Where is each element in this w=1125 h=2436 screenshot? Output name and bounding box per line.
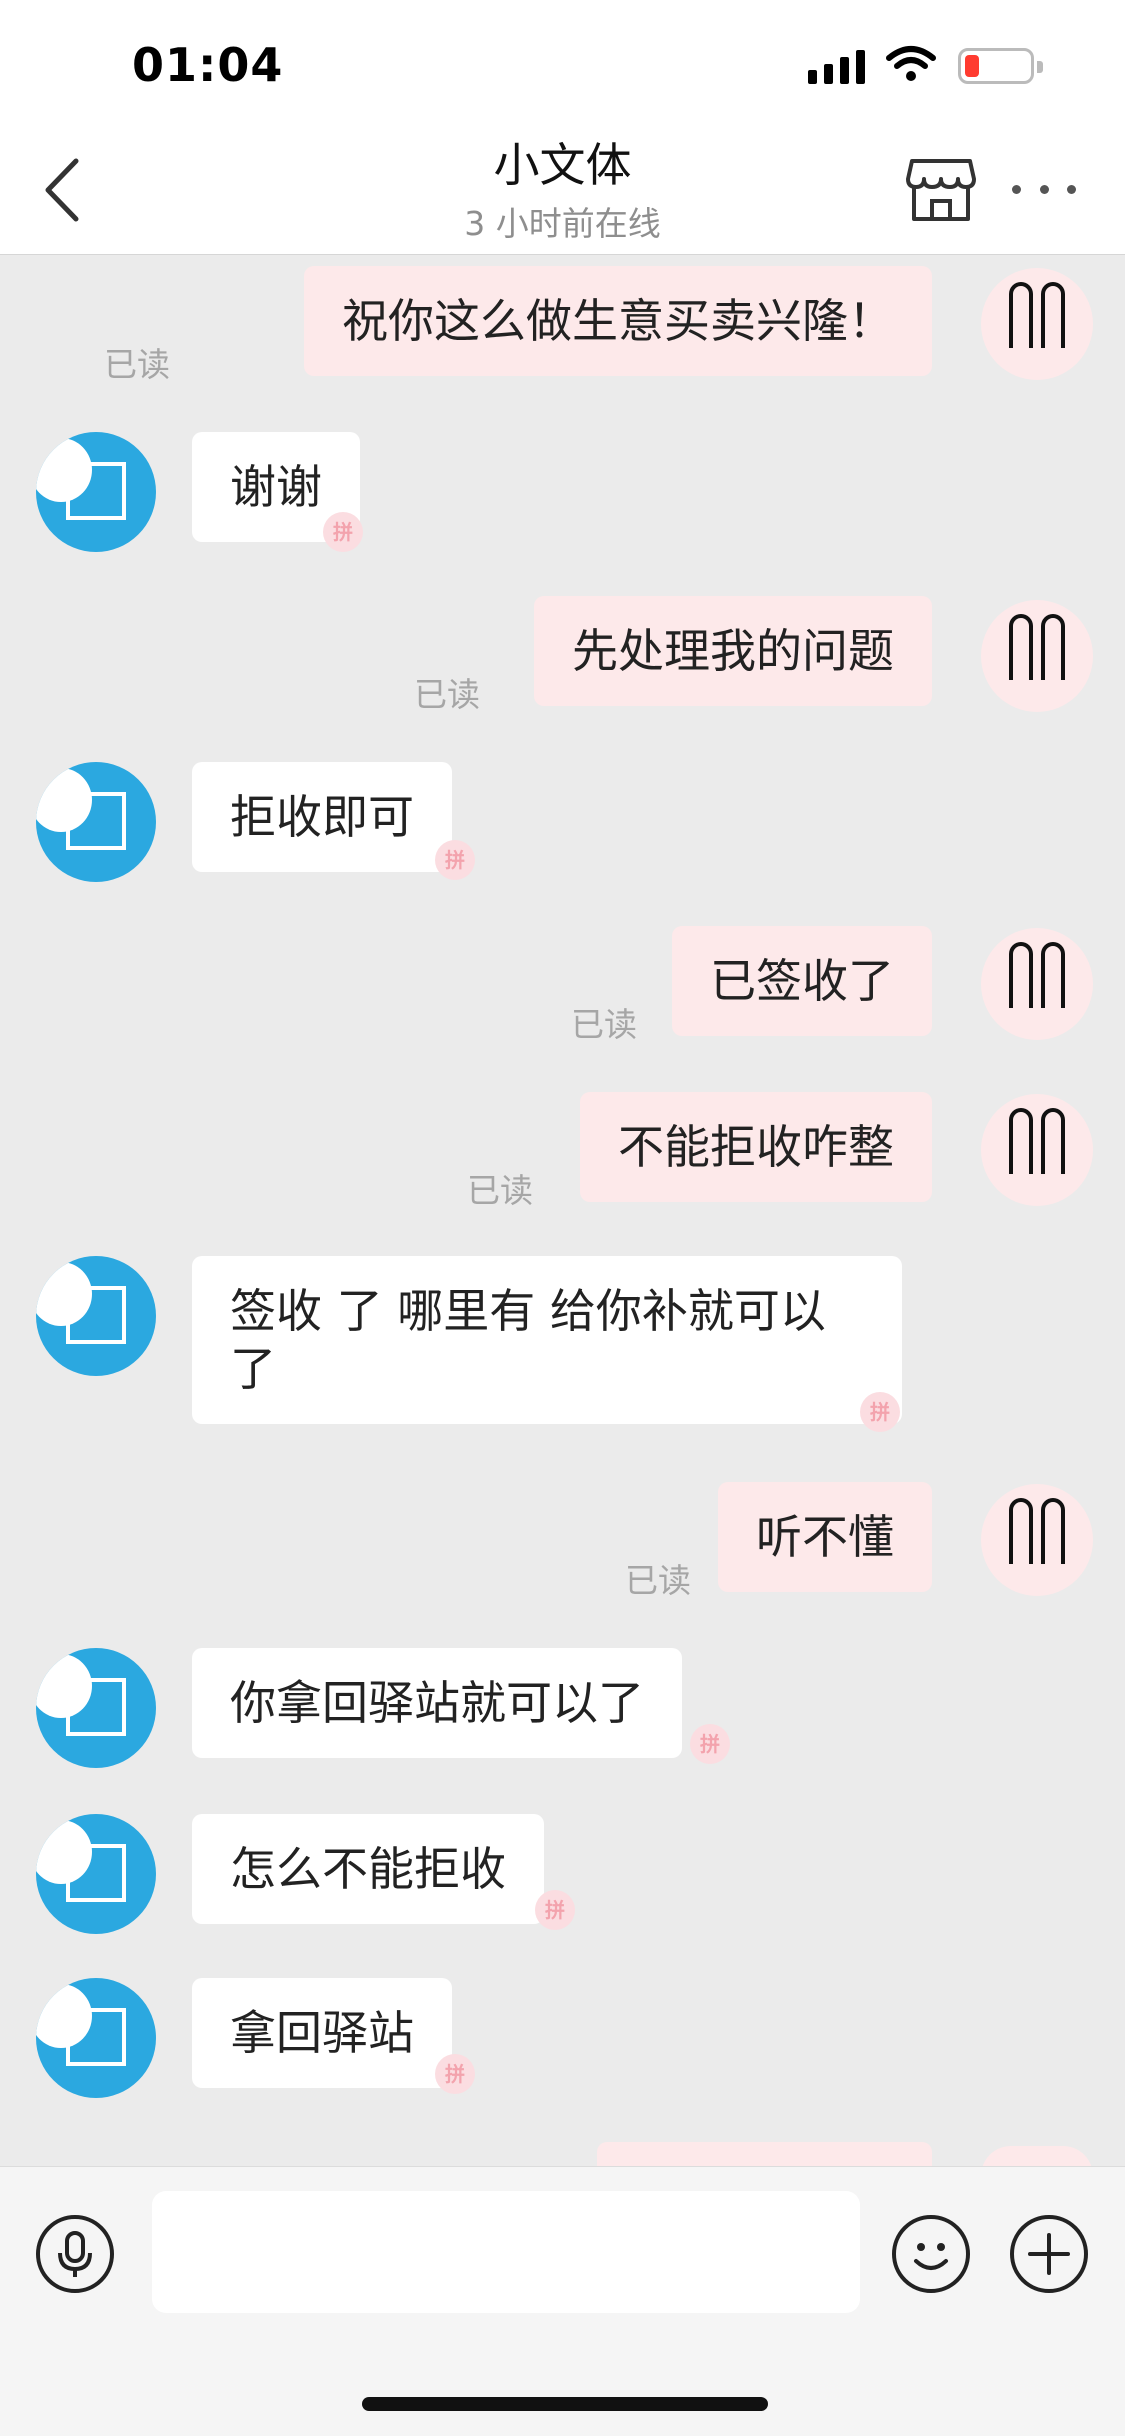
wifi-icon [886, 46, 936, 81]
message-incoming: 拒收即可 拼 [0, 762, 1125, 882]
my-avatar[interactable] [981, 600, 1093, 712]
read-receipt: 已读 [571, 1005, 637, 1044]
more-icon[interactable] [1012, 177, 1076, 201]
message-bubble[interactable]: 不能拒收咋整 [580, 1092, 932, 1202]
message-outgoing: 已读 先处理我的问题 [0, 596, 1125, 716]
message-bubble[interactable]: 先处理我的问题 [534, 596, 932, 706]
my-avatar[interactable] [981, 1484, 1093, 1596]
emoji-icon[interactable] [892, 2215, 970, 2293]
message-incoming: 拿回驿站 拼 [0, 1978, 1125, 2098]
message-bubble[interactable]: 签收 了 哪里有 给你补就可以了 [192, 1256, 902, 1424]
read-receipt: 已读 [104, 345, 170, 384]
my-avatar[interactable] [981, 2146, 1093, 2166]
chat-header: 小文体 3 小时前在线 [0, 125, 1125, 255]
read-receipt: 已读 [467, 1171, 533, 1210]
input-bar [0, 2166, 1125, 2436]
contact-avatar[interactable] [36, 1256, 156, 1376]
contact-avatar[interactable] [36, 1814, 156, 1934]
store-icon[interactable] [904, 153, 978, 225]
read-receipt: 已读 [625, 1561, 691, 1600]
message-list[interactable]: 已读 祝你这么做生意买卖兴隆！ 谢谢 拼 已读 先处理我的问题 拒收即可 拼 已… [0, 256, 1125, 2166]
message-incoming: 谢谢 拼 [0, 432, 1125, 552]
contact-avatar[interactable] [36, 432, 156, 552]
pdd-stamp-icon: 拼 [690, 1724, 730, 1764]
message-bubble[interactable]: 祝你这么做生意买卖兴隆！ [304, 266, 932, 376]
message-outgoing: 已读 已签收了 [0, 926, 1125, 1046]
contact-avatar[interactable] [36, 762, 156, 882]
message-bubble[interactable]: 拒收即可 [192, 762, 452, 872]
message-bubble[interactable]: 怎么不能拒收 [192, 1814, 544, 1924]
message-bubble[interactable]: 你拿回驿站就可以了 [192, 1648, 682, 1758]
contact-avatar[interactable] [36, 1648, 156, 1768]
message-incoming: 你拿回驿站就可以了 拼 [0, 1648, 1125, 1768]
battery-low-icon [958, 48, 1043, 84]
my-avatar[interactable] [981, 1094, 1093, 1206]
cellular-signal-icon [808, 46, 865, 84]
pdd-stamp-icon: 拼 [435, 2054, 475, 2094]
status-bar: 01:04 [0, 0, 1125, 125]
my-avatar[interactable] [981, 928, 1093, 1040]
message-outgoing: 已读 听不懂 [0, 1482, 1125, 1602]
status-time: 01:04 [132, 38, 284, 92]
plus-icon[interactable] [1010, 2215, 1088, 2293]
microphone-icon[interactable] [36, 2215, 114, 2293]
message-bubble[interactable]: 拿回驿站 [192, 1978, 452, 2088]
pdd-stamp-icon: 拼 [860, 1392, 900, 1432]
message-incoming: 签收 了 哪里有 给你补就可以了 拼 [0, 1256, 1125, 1438]
contact-avatar[interactable] [36, 1978, 156, 2098]
message-input[interactable] [152, 2191, 860, 2313]
message-bubble[interactable]: 已签收了 [672, 926, 932, 1036]
pdd-stamp-icon: 拼 [323, 512, 363, 552]
read-receipt: 已读 [414, 675, 480, 714]
message-incoming: 怎么不能拒收 拼 [0, 1814, 1125, 1934]
message-outgoing-partial [0, 2142, 1125, 2166]
message-bubble[interactable]: 听不懂 [718, 1482, 932, 1592]
my-avatar[interactable] [981, 268, 1093, 380]
message-outgoing: 已读 祝你这么做生意买卖兴隆！ [0, 266, 1125, 386]
home-indicator[interactable] [362, 2397, 768, 2411]
pdd-stamp-icon: 拼 [435, 840, 475, 880]
message-bubble[interactable] [597, 2142, 932, 2166]
message-outgoing: 已读 不能拒收咋整 [0, 1092, 1125, 1212]
pdd-stamp-icon: 拼 [535, 1890, 575, 1930]
